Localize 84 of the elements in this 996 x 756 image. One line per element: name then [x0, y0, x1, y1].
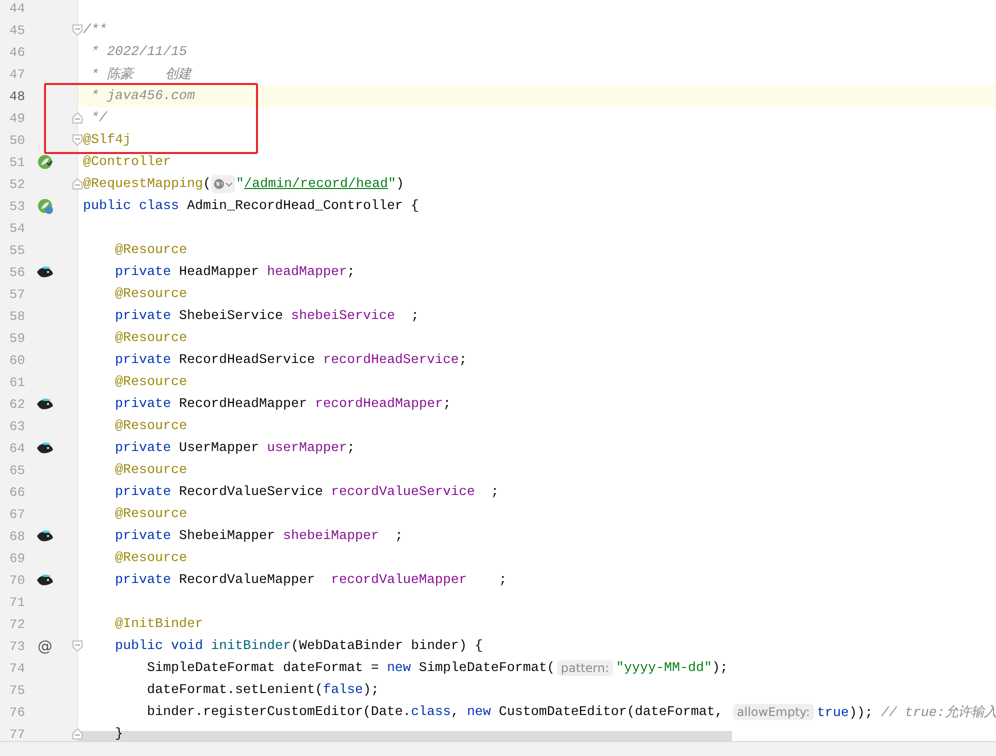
code-text: * java456.com: [90, 88, 195, 104]
code-text: dateFormat.setLenient(false);: [146, 682, 379, 698]
bean-icon[interactable]: [37, 154, 53, 170]
line-number: 77: [8, 726, 25, 741]
fold-icon[interactable]: [72, 134, 83, 146]
line-number: 59: [8, 330, 25, 346]
line-number: 51: [8, 154, 25, 170]
fold-icon[interactable]: [72, 24, 83, 36]
code-text: true)); // true:允许输入: [816, 704, 996, 721]
code-text: @Slf4j: [83, 132, 131, 148]
line-number: 58: [8, 308, 25, 324]
parameter-hint: pattern:: [556, 660, 614, 676]
code-text: @InitBinder: [114, 616, 203, 632]
line-number: 57: [8, 286, 25, 302]
code-text: private RecordHeadMapper recordHeadMapper;: [114, 396, 451, 412]
fold-icon[interactable]: [72, 640, 83, 652]
line-number: 68: [8, 528, 25, 544]
line-number: 52: [8, 176, 25, 192]
fold-icon[interactable]: [72, 728, 83, 740]
code-text: "/admin/record/head"): [236, 176, 404, 192]
line-number: 66: [8, 484, 25, 500]
code-text: @Resource: [114, 550, 187, 566]
code-text: * 2022/11/15: [90, 44, 187, 60]
parameter-hint: allowEmpty:: [732, 704, 814, 720]
line-number: 69: [8, 550, 25, 566]
code-text: private RecordValueMapper recordValueMapper ;: [114, 572, 507, 588]
line-number: 64: [8, 440, 25, 456]
code-text: */: [90, 110, 107, 126]
fold-icon[interactable]: [72, 112, 83, 124]
gutter-marker[interactable]: @: [38, 637, 52, 655]
line-number: 50: [8, 132, 25, 148]
code-text: "yyyy-MM-dd");: [616, 660, 728, 676]
bird-icon[interactable]: [36, 529, 54, 543]
bird-icon[interactable]: [36, 441, 54, 455]
line-number: 73: [8, 638, 25, 654]
code-text: private RecordHeadService recordHeadService;: [114, 352, 467, 368]
code-text: }: [114, 726, 123, 741]
code-text: /**: [83, 22, 107, 38]
code-text: private HeadMapper headMapper;: [114, 264, 355, 280]
line-number: 44: [8, 0, 25, 16]
line-number: 54: [8, 220, 25, 236]
line-number: 56: [8, 264, 25, 280]
code-text: public void initBinder(WebDataBinder binder) {: [114, 638, 483, 654]
code-text: private ShebeiService shebeiService ;: [114, 308, 419, 324]
code-text: public class Admin_RecordHead_Controller {: [83, 198, 419, 214]
code-text: * 陈豪 创建: [90, 66, 191, 83]
line-number: 55: [8, 242, 25, 258]
line-number: 61: [8, 374, 25, 390]
line-number: 74: [8, 660, 25, 676]
line-number: 65: [8, 462, 25, 478]
code-text: @Resource: [114, 242, 187, 258]
fold-icon[interactable]: [72, 178, 83, 190]
bird-icon[interactable]: [36, 397, 54, 411]
code-text: binder.registerCustomEditor(Date.class, new CustomDateEditor(dateFormat,: [146, 704, 724, 720]
line-number: 71: [8, 594, 25, 610]
line-number: 62: [8, 396, 25, 412]
code-text: @Resource: [114, 374, 187, 390]
line-number: 67: [8, 506, 25, 522]
globe-icon[interactable]: [210, 175, 235, 193]
bird-icon[interactable]: [36, 573, 54, 587]
bird-icon[interactable]: [36, 265, 54, 279]
code-text: SimpleDateFormat dateFormat = new SimpleDateFormat(: [146, 660, 555, 676]
line-number: 60: [8, 352, 25, 368]
line-number: 47: [8, 66, 25, 82]
code-text: private ShebeiMapper shebeiMapper ;: [114, 528, 403, 544]
code-text: @Resource: [114, 418, 187, 434]
line-number: 48: [8, 88, 25, 104]
line-number: 53: [8, 198, 25, 214]
code-text: @RequestMapping(: [83, 176, 211, 192]
line-number: 45: [8, 22, 25, 38]
line-number: 72: [8, 616, 25, 632]
line-number: 76: [8, 704, 25, 720]
code-text: @Controller: [83, 154, 171, 170]
code-text: @Resource: [114, 286, 187, 302]
code-text: @Resource: [114, 330, 187, 346]
code-text: private RecordValueService recordValueService ;: [114, 484, 499, 500]
code-text: private UserMapper userMapper;: [114, 440, 355, 456]
line-number: 46: [8, 44, 25, 60]
line-number: 70: [8, 572, 25, 588]
line-number: 63: [8, 418, 25, 434]
line-number: 49: [8, 110, 25, 126]
code-text: @Resource: [114, 506, 187, 522]
code-text: @Resource: [114, 462, 187, 478]
line-number: 75: [8, 682, 25, 698]
